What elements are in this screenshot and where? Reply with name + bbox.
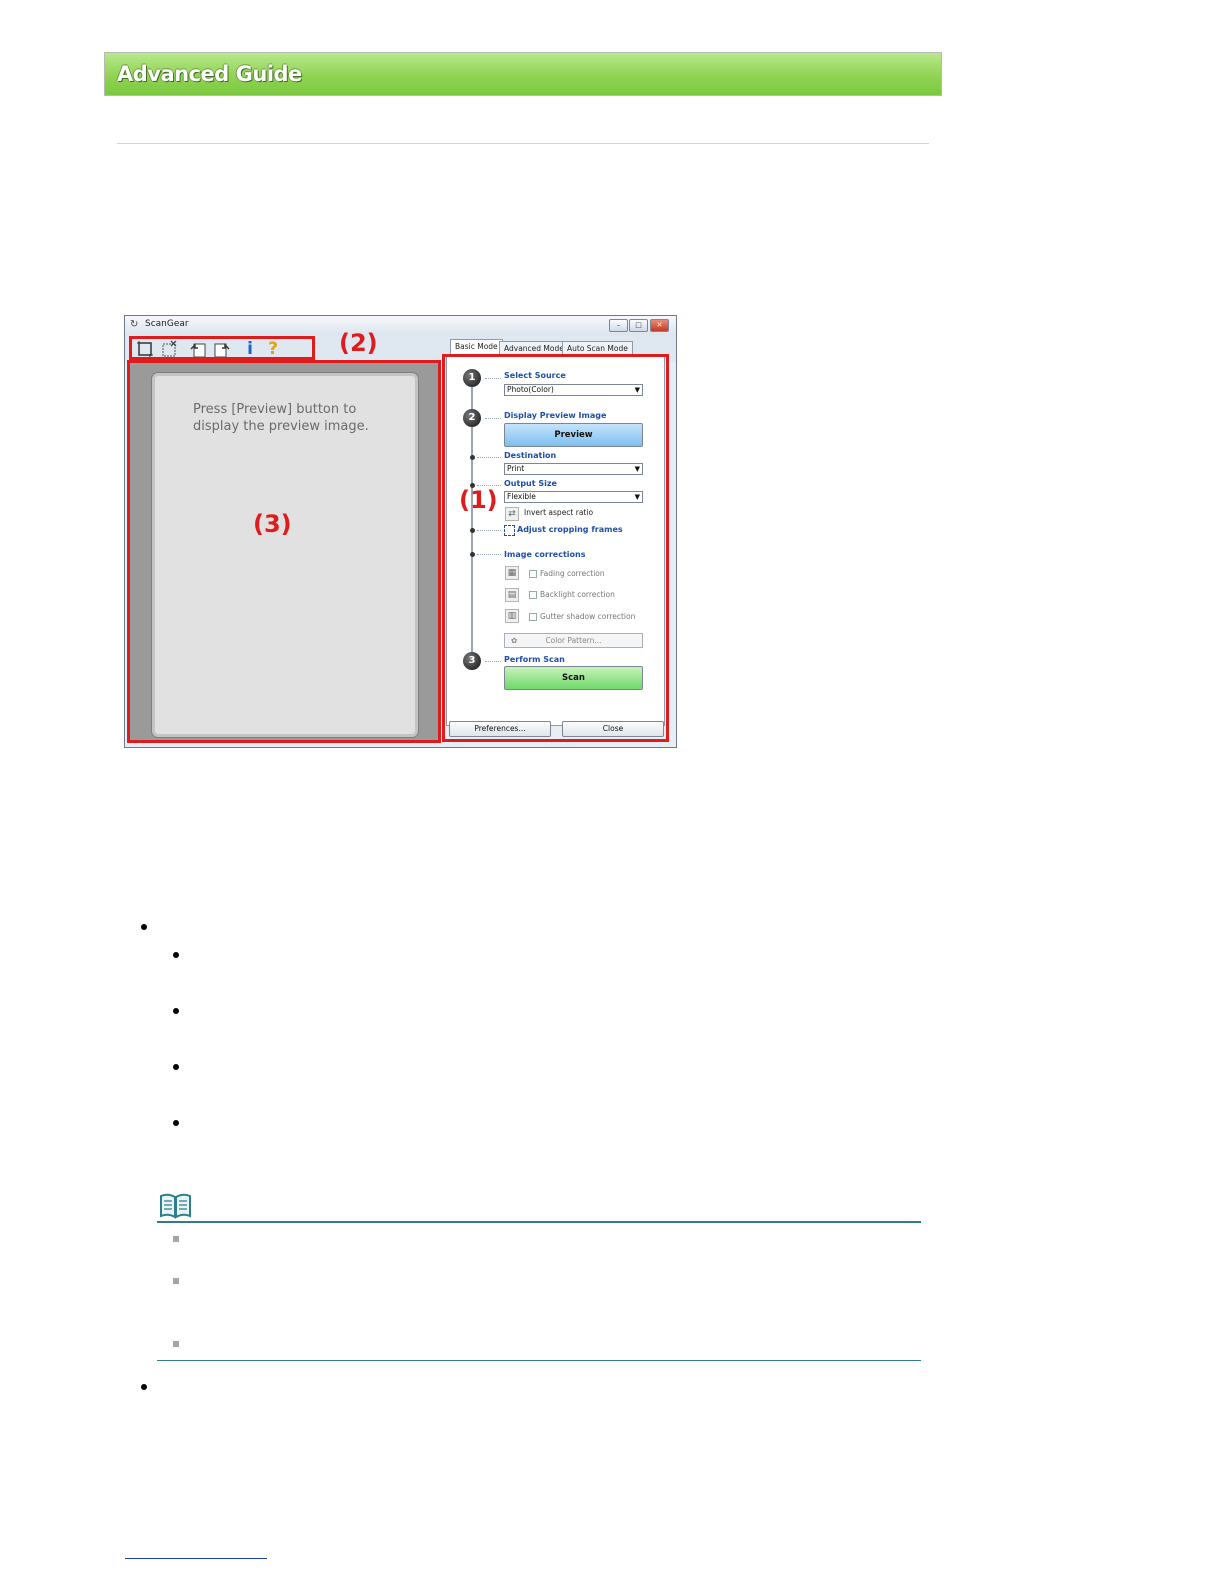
note-bullet: [173, 1236, 179, 1242]
note-bullet: [173, 1278, 179, 1284]
note-divider-top: [157, 1221, 921, 1223]
app-icon: ↻: [130, 319, 139, 330]
footer-link-underline[interactable]: [125, 1558, 267, 1559]
callout-label-2: (2): [339, 329, 378, 357]
note-divider-bottom: [157, 1360, 921, 1361]
bullet: [141, 1384, 147, 1390]
guide-title: Advanced Guide: [117, 62, 302, 86]
bullet: [141, 924, 147, 930]
restore-button[interactable]: □: [629, 319, 648, 332]
bullet: [173, 1008, 179, 1014]
minimize-button[interactable]: –: [609, 319, 628, 332]
callout-box-1: [442, 354, 669, 742]
window-titlebar: ↻ ScanGear – □ ✕: [125, 316, 676, 335]
callout-label-1: (1): [459, 486, 498, 514]
divider: [117, 143, 929, 144]
bullet: [173, 1120, 179, 1126]
bullet: [173, 952, 179, 958]
bullet: [173, 1064, 179, 1070]
window-title: ScanGear: [145, 319, 189, 329]
header-banner: Advanced Guide: [104, 52, 942, 96]
note-bullet: [173, 1341, 179, 1347]
tab-auto-scan-mode[interactable]: Auto Scan Mode: [562, 341, 633, 355]
callout-label-3: (3): [253, 510, 292, 538]
note-book-icon: [159, 1193, 192, 1219]
callout-box-2: [129, 336, 315, 360]
callout-box-3: [127, 360, 441, 743]
scangear-window: ↻ ScanGear – □ ✕ i ? (2) Press [Preview]…: [124, 315, 677, 748]
tab-advanced-mode[interactable]: Advanced Mode: [499, 341, 569, 355]
close-window-button[interactable]: ✕: [650, 319, 669, 332]
